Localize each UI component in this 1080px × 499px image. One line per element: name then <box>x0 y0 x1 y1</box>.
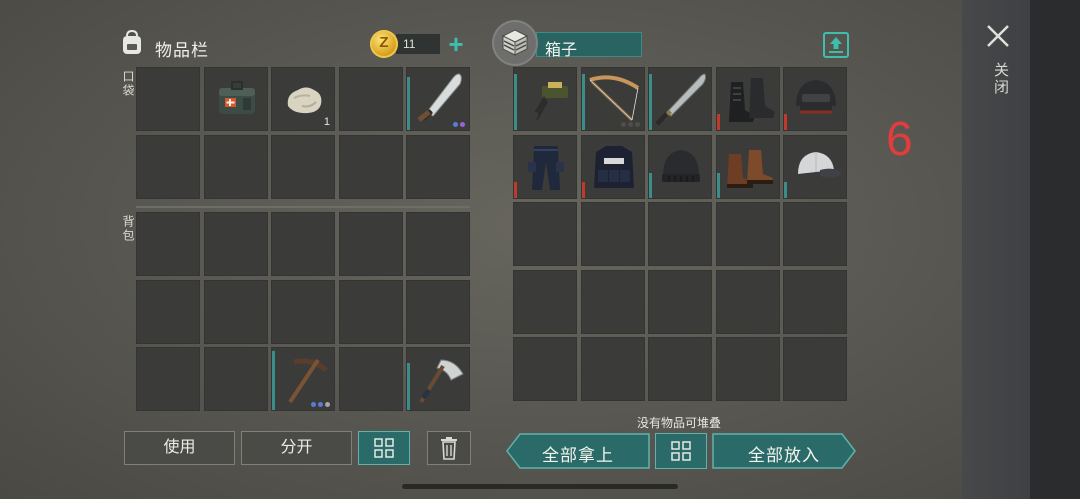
grid-sort-icon <box>374 438 394 458</box>
put-all-label: 全部放入 <box>748 446 820 465</box>
empty-slot[interactable] <box>580 269 645 334</box>
box-sort-button[interactable] <box>655 433 707 469</box>
box-grid <box>0 0 1080 412</box>
delete-button[interactable] <box>427 431 471 465</box>
durability-bar <box>581 181 585 198</box>
empty-slot[interactable] <box>715 337 780 401</box>
empty-slot[interactable] <box>648 337 712 401</box>
beanie-icon <box>662 149 700 182</box>
empty-slot[interactable] <box>580 337 645 401</box>
empty-slot[interactable] <box>580 202 645 266</box>
sort-button[interactable] <box>358 431 410 465</box>
trash-icon <box>441 437 457 460</box>
durability-bar <box>649 172 652 198</box>
empty-slot[interactable] <box>783 269 847 334</box>
item-slot[interactable] <box>648 67 712 131</box>
durability-bar <box>716 114 720 130</box>
durability-bar <box>514 74 517 130</box>
item-slot[interactable] <box>783 134 847 199</box>
quality-dot <box>627 122 633 127</box>
put-all-button[interactable]: 全部放入 <box>712 433 856 469</box>
item-slot[interactable] <box>580 134 645 199</box>
quality-dots <box>620 122 640 127</box>
empty-slot[interactable] <box>513 202 577 266</box>
combat-boots-icon <box>728 78 775 122</box>
empty-slot[interactable] <box>715 269 780 334</box>
baseball-cap-icon <box>798 151 842 178</box>
take-all-button[interactable]: 全部拿上 <box>506 433 650 469</box>
durability-bar <box>784 114 787 130</box>
item-slot[interactable] <box>648 134 712 199</box>
close-icon[interactable] <box>984 22 1012 50</box>
item-slot[interactable] <box>513 134 577 199</box>
item-slot[interactable] <box>715 67 780 131</box>
split-button[interactable]: 分开 <box>241 431 352 465</box>
empty-slot[interactable] <box>648 202 712 266</box>
home-indicator <box>402 484 678 489</box>
item-slot[interactable] <box>715 134 780 199</box>
empty-slot[interactable] <box>648 269 712 334</box>
katana-icon <box>655 73 707 126</box>
no-stackable-note: 没有物品可堆叠 <box>637 416 722 430</box>
nailgun-icon <box>524 82 568 120</box>
durability-bar <box>514 181 517 198</box>
use-button[interactable]: 使用 <box>124 431 235 465</box>
quality-dot <box>634 122 640 127</box>
empty-slot[interactable] <box>783 337 847 401</box>
empty-slot[interactable] <box>513 337 577 401</box>
police-vest-icon <box>593 145 634 188</box>
police-pants-icon <box>528 145 564 190</box>
item-slot[interactable] <box>580 67 645 131</box>
empty-slot[interactable] <box>513 269 577 334</box>
durability-bar <box>716 172 720 198</box>
empty-slot[interactable] <box>715 202 780 266</box>
tactical-helmet-icon <box>794 80 838 116</box>
durability-bar <box>784 181 787 198</box>
item-slot[interactable] <box>783 67 847 131</box>
close-label[interactable]: 关闭 <box>990 62 1011 96</box>
brown-boots-icon <box>726 149 773 188</box>
grid-sort-icon <box>671 441 691 461</box>
item-slot[interactable] <box>513 67 577 131</box>
quality-dot <box>620 122 626 127</box>
take-all-label: 全部拿上 <box>542 446 614 465</box>
durability-bar <box>581 74 585 130</box>
overlay-number: 6 <box>886 113 913 166</box>
empty-slot[interactable] <box>783 202 847 266</box>
durability-bar <box>649 74 652 130</box>
